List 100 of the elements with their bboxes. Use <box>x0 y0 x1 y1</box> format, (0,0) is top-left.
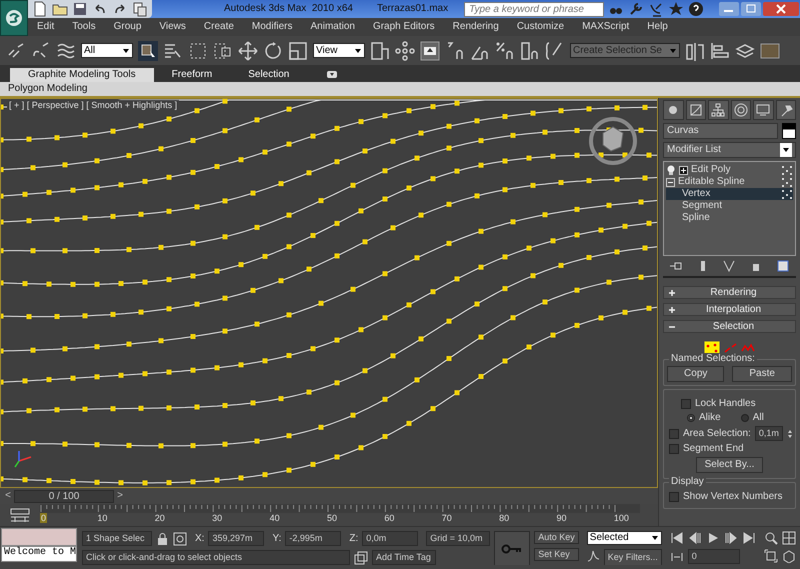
key-filters-button[interactable]: Key Filters... <box>604 549 662 565</box>
menu-item[interactable]: MAXScript <box>573 21 638 33</box>
save-icon[interactable] <box>72 1 88 17</box>
restore-icon[interactable] <box>740 1 762 17</box>
menu-item[interactable]: Help <box>638 21 677 33</box>
light-bulb-icon[interactable] <box>666 165 676 175</box>
ribbon-tab[interactable]: Selection <box>230 68 308 82</box>
rotate-icon[interactable] <box>263 40 283 60</box>
hierarchy-icon[interactable] <box>711 103 726 117</box>
current-frame-field[interactable]: 0 <box>688 549 740 564</box>
minimize-icon[interactable] <box>718 1 740 17</box>
rollout-header[interactable]: Selection <box>663 320 796 333</box>
menu-item[interactable]: Animation <box>301 21 364 33</box>
sub-object-level[interactable]: Vertex <box>666 188 793 200</box>
time-slider-handle[interactable]: 0 / 100 <box>14 490 114 502</box>
coordinate-field[interactable]: 0,0m <box>362 531 418 546</box>
project-folder-icon[interactable] <box>132 1 148 17</box>
checkbox[interactable] <box>669 428 679 438</box>
selection-filter-dropdown[interactable]: All <box>81 43 133 58</box>
rollout-header[interactable]: Interpolation <box>663 303 796 316</box>
app-logo-icon-glyph[interactable] <box>4 8 24 28</box>
checkbox[interactable] <box>669 492 679 502</box>
expand-icon[interactable] <box>679 166 688 174</box>
dropdown-arrow-icon[interactable] <box>354 46 362 54</box>
motion-icon[interactable] <box>734 103 748 117</box>
coordinate-field[interactable]: -2,995m <box>285 531 342 546</box>
menu-item[interactable]: Group <box>104 21 150 33</box>
radio-button[interactable] <box>687 414 695 422</box>
close-icon[interactable] <box>762 1 800 17</box>
satellite-dish-icon[interactable] <box>648 1 664 17</box>
sub-object-level[interactable]: Segment <box>666 200 793 212</box>
menu-item[interactable]: Graph Editors <box>364 21 444 33</box>
maxscript-output-field[interactable]: Welcome to M <box>1 546 77 562</box>
view-cube-icon[interactable] <box>589 117 637 165</box>
reference-coordinate-dropdown[interactable]: View <box>313 43 365 58</box>
dropdown-arrow-icon[interactable] <box>122 46 130 54</box>
coordinate-field[interactable]: 359,297m <box>208 531 264 546</box>
link-icon[interactable] <box>6 40 26 60</box>
help-icon[interactable] <box>688 1 704 17</box>
dropdown-arrow-icon[interactable] <box>650 534 659 542</box>
copy-button[interactable]: Copy <box>667 366 724 382</box>
rollout-header[interactable]: Rendering <box>663 286 796 299</box>
search-field[interactable]: Type a keyword or phrase <box>464 2 604 16</box>
auto-key-button[interactable]: Auto Key <box>534 531 579 544</box>
set-key-button[interactable]: Set Key <box>534 548 579 561</box>
rectangle-selection-icon[interactable] <box>188 40 208 60</box>
area-selection-field[interactable]: 0,1m <box>754 426 783 441</box>
ribbon-tab[interactable]: Graphite Modeling Tools <box>10 68 154 82</box>
scale-icon[interactable] <box>288 40 308 60</box>
modifier-list-dropdown[interactable]: Modifier List <box>663 142 796 158</box>
menu-item[interactable]: Views <box>150 21 195 33</box>
mirror-icon[interactable] <box>685 40 705 60</box>
manipulate-icon[interactable] <box>395 40 415 60</box>
menu-item[interactable]: Modifiers <box>242 21 302 33</box>
checkbox[interactable] <box>669 444 679 454</box>
radio-button[interactable] <box>740 414 749 422</box>
previous-frame-icon[interactable] <box>688 531 702 545</box>
menu-item[interactable]: Tools <box>63 21 105 33</box>
go-to-start-icon[interactable] <box>670 531 684 545</box>
next-frame-icon[interactable] <box>724 531 738 545</box>
go-to-end-icon[interactable] <box>742 531 756 545</box>
zoom-extents-icon[interactable] <box>764 549 778 563</box>
menu-item[interactable]: Customize <box>508 21 574 33</box>
frame-number: 80 <box>499 513 510 523</box>
lock-icon[interactable] <box>156 532 169 546</box>
time-slider-next[interactable]: > <box>114 490 126 502</box>
viewport[interactable]: [ + ] [ Perspective ] [ Smooth + Highlights ] <box>0 98 658 488</box>
checkbox[interactable] <box>681 399 691 409</box>
maxscript-listener-field[interactable] <box>1 528 77 546</box>
modifier-stack-item[interactable]: Editable Spline <box>666 176 793 188</box>
window-crossing-icon[interactable] <box>213 40 233 60</box>
time-slider-prev[interactable]: < <box>2 490 14 502</box>
track-bar-icon[interactable] <box>9 507 31 523</box>
timeline-ruler[interactable] <box>40 504 640 513</box>
ribbon-tab[interactable]: Freeform <box>154 68 230 82</box>
select-by-button[interactable]: Select By... <box>696 457 764 473</box>
move-icon[interactable] <box>238 40 258 60</box>
menu-item[interactable]: Edit <box>28 21 64 33</box>
key-mode-dropdown[interactable]: Selected <box>586 531 662 545</box>
menu-item[interactable]: Rendering <box>444 21 508 33</box>
spinner-arrows-icon[interactable] <box>786 428 793 438</box>
zoom-icon[interactable] <box>764 531 778 545</box>
display-icon[interactable] <box>756 103 770 117</box>
menu-item[interactable]: Create <box>194 21 243 33</box>
ribbon-menu-icon[interactable] <box>327 71 338 78</box>
collapse-icon[interactable] <box>666 178 675 186</box>
sub-object-level[interactable]: Spline <box>666 212 793 224</box>
zoom-all-icon[interactable] <box>782 531 796 545</box>
wrench-icon[interactable] <box>628 1 644 17</box>
viewport-label[interactable]: [ + ] [ Perspective ] [ Smooth + Highlights ] <box>7 100 180 111</box>
object-name-field[interactable]: Curvas <box>663 123 778 139</box>
star-icon[interactable] <box>668 1 684 17</box>
add-time-tag-button[interactable]: Add Time Tag <box>372 550 436 565</box>
align-icon[interactable] <box>710 40 730 60</box>
object-color-swatch[interactable] <box>782 123 796 139</box>
modifier-stack-item[interactable]: Edit Poly <box>666 164 793 176</box>
paste-button[interactable]: Paste <box>732 366 792 382</box>
select-object-icon[interactable] <box>138 40 158 60</box>
group-title: Display <box>669 476 706 488</box>
ribbon-panel-title[interactable]: Polygon Modeling <box>0 82 800 98</box>
